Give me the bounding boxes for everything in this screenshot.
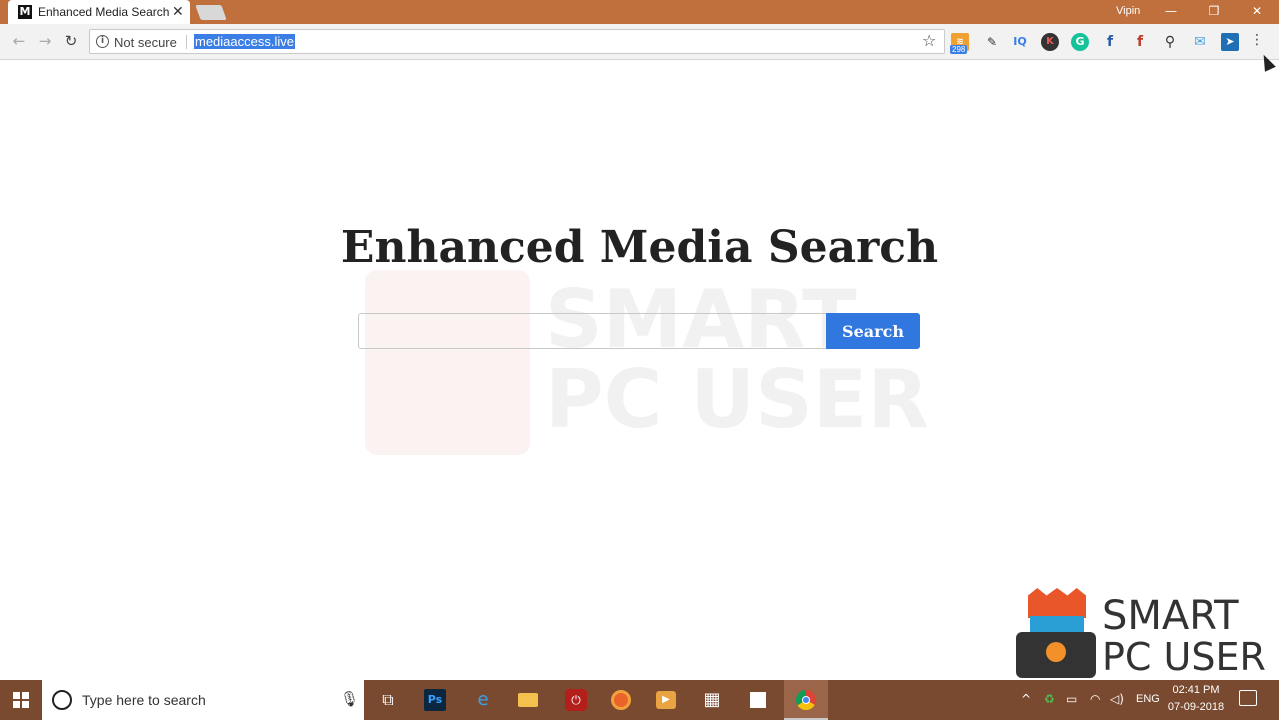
f-red-extension-icon[interactable]: f xyxy=(1131,33,1149,51)
browser-toolbar: ← → ↻ i Not secure mediaaccess.live ☆ ≋ … xyxy=(0,24,1279,60)
volume-icon[interactable]: ◁) xyxy=(1110,692,1124,706)
page-title: Enhanced Media Search xyxy=(340,222,939,273)
profile-name[interactable]: Vipin xyxy=(1116,5,1140,17)
tab-close-icon[interactable]: ✕ xyxy=(172,5,184,19)
pen-tool-icon[interactable]: ✎ xyxy=(983,33,1001,51)
watermark-bag-icon xyxy=(365,270,530,455)
taskbar-search-box[interactable]: Type here to search 🎙 xyxy=(42,680,364,720)
edge-icon[interactable]: e xyxy=(469,686,497,714)
grammarly-icon[interactable]: G xyxy=(1071,33,1089,51)
address-separator xyxy=(186,35,187,49)
k-extension-icon[interactable]: K xyxy=(1041,33,1059,51)
media-player-icon[interactable]: ▶ xyxy=(652,686,680,714)
taskbar-search-placeholder[interactable]: Type here to search xyxy=(82,692,206,708)
clock-date[interactable]: 07-09-2018 xyxy=(1164,701,1228,713)
lightbulb-icon xyxy=(1046,642,1066,662)
cortana-icon xyxy=(52,690,72,710)
iq-icon[interactable]: IQ xyxy=(1011,33,1029,51)
firefox-icon[interactable] xyxy=(607,686,635,714)
crown-icon xyxy=(1028,588,1086,618)
watermark-line-2: PC USER xyxy=(545,353,930,446)
calculator-icon[interactable]: ▦ xyxy=(698,686,726,714)
facebook-icon[interactable]: f xyxy=(1101,33,1119,51)
mail-icon[interactable]: ✉ xyxy=(1191,33,1209,51)
reload-button[interactable]: ↻ xyxy=(60,30,82,52)
windows-logo-icon xyxy=(13,692,29,708)
send-icon[interactable]: ➤ xyxy=(1221,33,1239,51)
watermark-logo: SMART PC USER xyxy=(365,270,929,460)
browser-title-bar: M Enhanced Media Search ✕ Vipin — ❐ ✕ xyxy=(0,0,1279,24)
magnifier-icon[interactable]: ⚲ xyxy=(1161,33,1179,51)
browser-tab[interactable]: M Enhanced Media Search ✕ xyxy=(8,0,190,24)
windows-taskbar: Type here to search 🎙 ⧉ Ps e ⏻ ▶ ▦ ^ ♻ ▭… xyxy=(0,680,1279,720)
back-button[interactable]: ← xyxy=(8,30,30,52)
security-status[interactable]: Not secure xyxy=(114,35,177,50)
microphone-icon[interactable]: 🎙 xyxy=(340,690,359,708)
file-explorer-icon[interactable] xyxy=(514,686,542,714)
tab-title: Enhanced Media Search xyxy=(38,5,170,19)
chrome-icon[interactable] xyxy=(784,680,828,720)
show-hidden-icons-icon[interactable]: ^ xyxy=(1021,692,1031,706)
close-window-button[interactable]: ✕ xyxy=(1236,0,1278,24)
url-text[interactable]: mediaaccess.live xyxy=(194,34,295,49)
wifi-icon[interactable]: ◠ xyxy=(1090,692,1100,706)
language-indicator[interactable]: ENG xyxy=(1136,693,1160,705)
power-app-icon[interactable]: ⏻ xyxy=(562,686,590,714)
search-input[interactable] xyxy=(358,313,828,349)
restore-button[interactable]: ❐ xyxy=(1193,0,1235,24)
start-button[interactable] xyxy=(0,680,42,720)
clock-time[interactable]: 02:41 PM xyxy=(1164,684,1228,696)
recycle-icon[interactable]: ♻ xyxy=(1044,692,1055,706)
site-favicon-icon: M xyxy=(18,5,32,19)
sticky-notes-icon[interactable] xyxy=(744,686,772,714)
info-icon[interactable]: i xyxy=(96,35,109,48)
search-button[interactable]: Search xyxy=(826,313,920,349)
rss-badge: 298 xyxy=(950,45,968,54)
logo-band xyxy=(1030,616,1084,632)
browser-menu-icon[interactable]: ⋮ xyxy=(1250,32,1264,48)
logo-text-line-2: PC USER xyxy=(1102,635,1266,679)
task-view-icon[interactable]: ⧉ xyxy=(374,686,402,714)
watermark-text: SMART PC USER xyxy=(545,280,929,440)
address-bar[interactable]: i Not secure mediaaccess.live ☆ xyxy=(89,29,945,54)
forward-button[interactable]: → xyxy=(34,30,56,52)
logo-text-line-1: SMART xyxy=(1102,593,1239,639)
photoshop-icon[interactable]: Ps xyxy=(424,689,446,711)
smart-pc-user-logo: SMART PC USER xyxy=(1016,588,1278,680)
new-tab-button[interactable] xyxy=(195,5,227,20)
bookmark-star-icon[interactable]: ☆ xyxy=(922,31,936,50)
notifications-icon[interactable] xyxy=(1239,690,1257,706)
battery-icon[interactable]: ▭ xyxy=(1066,692,1077,706)
minimize-button[interactable]: — xyxy=(1150,0,1192,24)
